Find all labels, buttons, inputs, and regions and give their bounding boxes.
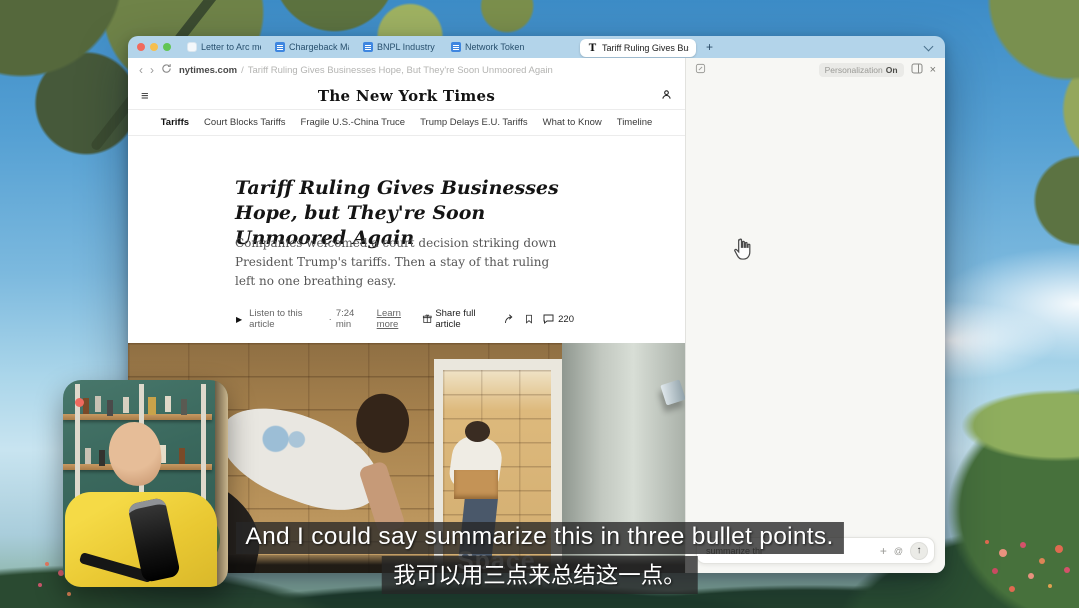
close-panel-button[interactable]: ×	[930, 65, 936, 76]
new-chat-button[interactable]	[695, 61, 706, 79]
subtitle-english: And I could say summarize this in three …	[235, 522, 843, 554]
chevron-down-icon[interactable]	[924, 43, 932, 51]
nav-timeline[interactable]: Timeline	[617, 117, 653, 128]
tab-label: BNPL Industry Future	[377, 42, 437, 52]
window-panes: ‹ › nytimes.com / Tariff Ruling Gives Bu…	[128, 58, 945, 573]
personalization-toggle[interactable]: Personalization On	[819, 63, 904, 77]
mention-button[interactable]: @	[894, 546, 903, 556]
document-icon	[363, 42, 373, 52]
webcam-shelf-items	[63, 396, 69, 412]
sidebar-panel-icon	[911, 63, 923, 74]
tab-label: Letter to Arc members	[201, 42, 261, 52]
nyt-topic-nav: Tariffs Court Blocks Tariffs Fragile U.S…	[128, 110, 685, 136]
tab-bnpl-industry-future[interactable]: BNPL Industry Future	[356, 36, 444, 58]
listen-label: Listen to this article	[249, 308, 325, 330]
back-button[interactable]: ‹	[139, 64, 143, 76]
meadow-flowers	[45, 562, 49, 566]
tab-label: Network Token Lifecy	[465, 42, 525, 52]
address-domain: nytimes.com	[179, 65, 237, 76]
account-icon[interactable]	[661, 87, 672, 105]
desktop: Letter to Arc members Chargeback Managem…	[0, 0, 1079, 608]
browser-window: Letter to Arc members Chargeback Managem…	[128, 36, 945, 573]
bookmark-button[interactable]	[524, 313, 534, 325]
article-dek: Companies welcomed a court decision stri…	[235, 234, 563, 292]
listen-duration: 7:24 min	[336, 308, 370, 330]
nyt-icon: T	[587, 43, 598, 54]
tab-chargeback-management[interactable]: Chargeback Managem	[268, 36, 356, 58]
metal-bracket	[660, 380, 685, 406]
nyt-masthead-logo[interactable]: The New York Times	[128, 87, 685, 105]
close-window-button[interactable]	[137, 43, 145, 51]
document-icon	[275, 42, 285, 52]
send-button[interactable]: ↑	[910, 542, 928, 560]
address-separator: /	[241, 65, 244, 76]
mover-woman-box	[454, 470, 499, 500]
nav-what-to-know[interactable]: What to Know	[543, 117, 602, 128]
address-bar[interactable]: nytimes.com / Tariff Ruling Gives Busine…	[179, 65, 553, 76]
add-context-button[interactable]: +	[880, 544, 887, 558]
listen-separator: ·	[329, 314, 332, 325]
personalization-state: On	[886, 65, 898, 75]
mover-woman-head	[465, 421, 490, 442]
window-controls	[137, 43, 171, 51]
article-toolbar: ▶ Listen to this article · 7:24 min Lear…	[236, 308, 574, 330]
arc-icon	[187, 42, 197, 52]
nyt-header: ≡ The New York Times	[128, 82, 685, 110]
browser-toolbar: ‹ › nytimes.com / Tariff Ruling Gives Bu…	[128, 58, 685, 82]
new-tab-button[interactable]: +	[706, 40, 713, 54]
gift-icon	[422, 313, 433, 325]
panel-toggle-button[interactable]	[911, 61, 923, 79]
minimize-window-button[interactable]	[150, 43, 158, 51]
assistant-header: Personalization On ×	[686, 58, 945, 82]
recording-dot	[75, 398, 84, 407]
comments-count: 220	[558, 314, 574, 325]
nav-trump-delays-eu-tariffs[interactable]: Trump Delays E.U. Tariffs	[420, 117, 528, 128]
listen-group: ▶ Listen to this article · 7:24 min Lear…	[236, 308, 422, 330]
compose-icon	[695, 63, 706, 74]
share-arrow-icon	[503, 313, 516, 325]
learn-more-link[interactable]: Learn more	[377, 308, 422, 330]
subtitle-chinese: 我可以用三点来总结这一点。	[381, 556, 698, 594]
nav-tariffs[interactable]: Tariffs	[161, 117, 189, 128]
forward-button[interactable]: ›	[150, 64, 154, 76]
mouse-cursor	[729, 236, 756, 268]
tab-bar: Letter to Arc members Chargeback Managem…	[128, 36, 945, 58]
tab-label: Chargeback Managem	[289, 42, 349, 52]
tab-network-token-lifecycle[interactable]: Network Token Lifecy	[444, 36, 532, 58]
meadow-flowers	[985, 540, 989, 544]
share-full-article-button[interactable]: Share full article	[422, 308, 495, 330]
nav-fragile-us-china-truce[interactable]: Fragile U.S.-China Truce	[301, 117, 406, 128]
webcam-shelf-items	[63, 446, 69, 462]
assistant-header-actions: Personalization On ×	[819, 61, 936, 79]
reload-button[interactable]	[161, 63, 172, 77]
share-label: Share full article	[435, 308, 495, 330]
address-page-title: Tariff Ruling Gives Businesses Hope, But…	[248, 65, 553, 76]
bookmark-icon	[524, 313, 534, 325]
share-arrow-button[interactable]	[503, 313, 516, 325]
tab-letter-to-arc-members[interactable]: Letter to Arc members	[180, 36, 268, 58]
play-icon[interactable]: ▶	[236, 315, 242, 324]
tab-label: Tariff Ruling Gives Bus	[602, 43, 689, 53]
webcam-shelf	[63, 414, 212, 420]
assistant-panel: Personalization On × summarize thi + @	[685, 58, 945, 573]
tab-tariff-ruling-active[interactable]: T Tariff Ruling Gives Bus	[580, 39, 696, 57]
nav-court-blocks-tariffs[interactable]: Court Blocks Tariffs	[204, 117, 285, 128]
presenter-head	[106, 419, 164, 488]
webcam-overlay	[63, 380, 228, 587]
document-icon	[451, 42, 461, 52]
comment-icon	[542, 313, 555, 325]
comments-button[interactable]: 220	[542, 313, 574, 325]
article-actions: Share full article 220	[422, 308, 574, 330]
zoom-window-button[interactable]	[163, 43, 171, 51]
personalization-label: Personalization	[825, 65, 883, 75]
